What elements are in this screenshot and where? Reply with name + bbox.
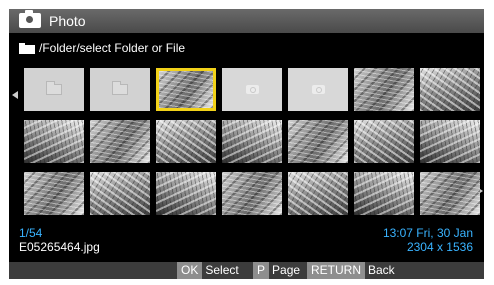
page-title: Photo — [49, 13, 86, 29]
scroll-left-icon[interactable] — [12, 91, 18, 99]
photo-thumbnail[interactable] — [222, 68, 282, 111]
p-key: P — [253, 262, 270, 279]
photo-thumbnail[interactable] — [222, 120, 282, 163]
photo-thumbnail[interactable] — [90, 120, 150, 163]
folder-thumbnail[interactable] — [90, 68, 150, 111]
back-label: Back — [368, 263, 395, 277]
photo-thumbnail[interactable] — [354, 68, 414, 111]
file-details: 13:07 Fri, 30 Jan 2304 x 1536 — [383, 226, 473, 254]
photo-thumbnail[interactable] — [420, 172, 480, 215]
select-label: Select — [205, 263, 239, 277]
photo-thumbnail[interactable] — [288, 68, 348, 111]
page-hint[interactable]: P Page — [253, 262, 300, 279]
photo-thumbnail[interactable] — [288, 120, 348, 163]
return-key: RETURN — [307, 262, 365, 279]
key-hint-bar: OK Select P Page RETURN Back — [9, 262, 484, 279]
photo-thumbnail[interactable] — [420, 120, 480, 163]
folder-icon — [112, 81, 128, 95]
photo-thumbnail[interactable] — [156, 68, 216, 111]
photo-thumbnail[interactable] — [156, 120, 216, 163]
photo-thumbnail[interactable] — [24, 120, 84, 163]
file-datetime: 13:07 Fri, 30 Jan — [382, 226, 473, 240]
breadcrumb-path: /Folder/select Folder or File — [39, 41, 186, 55]
photo-thumbnail[interactable] — [156, 172, 216, 215]
folder-thumbnail[interactable] — [24, 68, 84, 111]
ok-key: OK — [177, 262, 203, 279]
photo-thumbnail[interactable] — [90, 172, 150, 215]
camera-icon — [246, 85, 259, 94]
file-name: E05265464.jpg — [19, 240, 100, 254]
file-counter: 1/54 — [19, 226, 43, 240]
photo-thumbnail[interactable] — [24, 172, 84, 215]
photo-thumbnail[interactable] — [354, 120, 414, 163]
camera-icon — [312, 85, 325, 94]
file-resolution: 2304 x 1536 — [406, 240, 473, 254]
select-hint[interactable]: OK Select — [177, 262, 239, 279]
photo-thumbnail[interactable] — [420, 68, 480, 111]
folder-icon — [46, 81, 62, 95]
page-label: Page — [272, 263, 301, 277]
back-hint[interactable]: RETURN Back — [307, 262, 395, 279]
file-info: 1/54 E05265464.jpg — [19, 226, 100, 254]
photo-thumbnail[interactable] — [222, 172, 282, 215]
camera-icon — [19, 10, 41, 28]
thumbnail-grid — [24, 68, 480, 215]
folder-icon — [19, 43, 35, 54]
photo-browser-screen: Photo /Folder/select Folder or File 1/54… — [9, 9, 484, 279]
photo-thumbnail[interactable] — [288, 172, 348, 215]
photo-thumbnail[interactable] — [354, 172, 414, 215]
title-bar: Photo — [9, 9, 484, 33]
